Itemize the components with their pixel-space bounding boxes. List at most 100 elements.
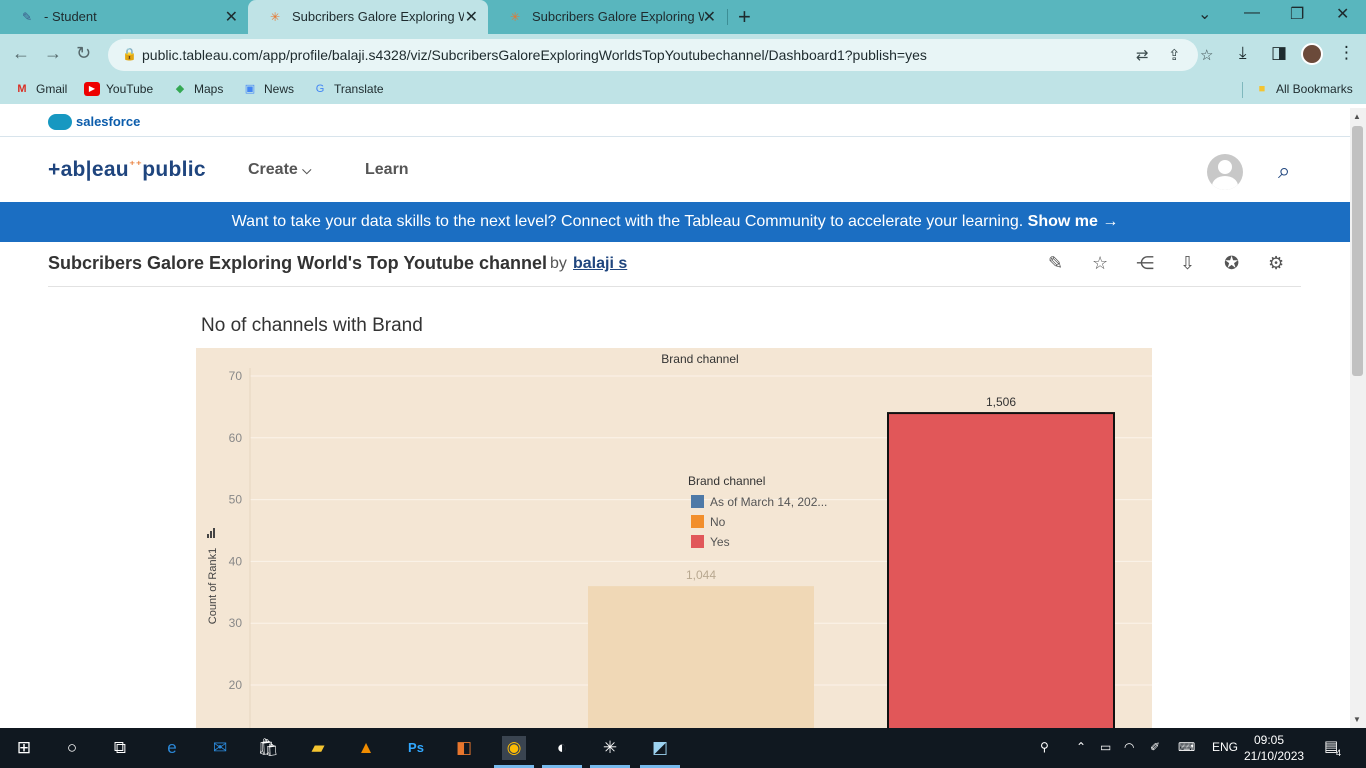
bookmark-label: Gmail: [36, 82, 68, 96]
legend-item-label: As of March 14, 202...: [710, 495, 827, 509]
minimize-button[interactable]: —: [1244, 4, 1260, 22]
chrome-icon[interactable]: ◉: [502, 736, 526, 760]
bar-data-label: 1,044: [686, 568, 716, 582]
download-icon[interactable]: ⤓: [1239, 43, 1247, 63]
legend-item-label: No: [710, 515, 726, 529]
close-icon[interactable]: ✕: [703, 7, 716, 27]
tab-student[interactable]: ✎ - Student ✕: [0, 0, 248, 34]
tab-search-icon[interactable]: ⌄: [1198, 4, 1211, 24]
photoshop-icon[interactable]: Ps: [404, 736, 428, 760]
bar-yes: [887, 412, 1115, 728]
bookmark-star-icon[interactable]: ☆: [1200, 46, 1213, 64]
url-text: public.tableau.com/app/profile/balaji.s4…: [142, 47, 927, 63]
legend-swatch: [691, 535, 704, 548]
tray-chevron-up-icon[interactable]: ⌃: [1076, 740, 1086, 754]
tableau-public-logo[interactable]: +ab|eau⁺⁺public: [48, 158, 206, 182]
lock-icon[interactable]: 🔒: [122, 47, 137, 61]
download-icon[interactable]: ⇩: [1180, 253, 1195, 274]
all-bookmarks-label: All Bookmarks: [1276, 82, 1353, 96]
bar-no: [588, 586, 814, 728]
store-icon[interactable]: 🛍: [256, 736, 280, 760]
office-icon[interactable]: ◧: [452, 736, 476, 760]
new-tab-button[interactable]: +: [738, 4, 751, 30]
file-explorer-icon[interactable]: ▰: [306, 736, 330, 760]
bookmark-news[interactable]: ▣ News: [242, 82, 294, 96]
edit-viz-icon[interactable]: ✎: [1048, 253, 1063, 274]
keyboard-icon[interactable]: ⌨: [1178, 740, 1195, 754]
tableau-app-icon[interactable]: ✳: [598, 736, 622, 760]
scrollbar-thumb[interactable]: [1352, 126, 1363, 376]
bar-chart[interactable]: Brand channel 20 30 40 50 60 70 Count of Rank1 1…: [196, 348, 1152, 728]
salesforce-logo-text[interactable]: salesforce: [76, 114, 140, 129]
restore-button[interactable]: ❐: [1290, 4, 1304, 24]
address-bar[interactable]: 🔒 public.tableau.com/app/profile/balaji.…: [108, 39, 1213, 71]
scroll-down-arrow[interactable]: ▼: [1353, 715, 1361, 724]
share-icon[interactable]: ⋲: [1136, 253, 1154, 274]
youtube-icon: ▶: [84, 82, 100, 96]
bookmark-maps[interactable]: ◆ Maps: [172, 82, 224, 96]
badge-icon[interactable]: ✪: [1224, 253, 1239, 274]
y-tick-label: 50: [229, 493, 243, 507]
bookmark-youtube[interactable]: ▶ YouTube: [84, 82, 153, 96]
user-avatar[interactable]: [1207, 154, 1243, 190]
side-panel-icon[interactable]: ◨: [1271, 43, 1287, 63]
bookmark-gmail[interactable]: M Gmail: [14, 82, 67, 96]
language-indicator[interactable]: ENG: [1212, 740, 1238, 754]
people-icon[interactable]: ⚲: [1040, 740, 1049, 754]
vlc-icon[interactable]: ▲: [354, 736, 378, 760]
news-icon: ▣: [244, 83, 256, 95]
folder-icon: ■: [1258, 83, 1266, 95]
tab-title: - Student: [44, 9, 97, 24]
tab-title: Subcribers Galore Exploring Wor: [532, 9, 704, 24]
close-icon[interactable]: ✕: [465, 7, 478, 27]
nav-create-label: Create: [248, 161, 298, 178]
chevron-down-icon: ⌵: [302, 163, 312, 177]
y-tick-label: 20: [229, 678, 243, 692]
favorite-star-icon[interactable]: ☆: [1092, 253, 1108, 274]
wifi-icon[interactable]: ◠: [1124, 740, 1134, 754]
clock-date: 21/10/2023: [1244, 749, 1305, 763]
share-icon[interactable]: ⇪: [1168, 46, 1181, 64]
app-icon[interactable]: ◐: [550, 736, 574, 760]
back-button[interactable]: ←: [12, 43, 30, 64]
nav-create[interactable]: Create ⌵: [248, 161, 311, 179]
reload-button[interactable]: ↻: [76, 43, 91, 64]
menu-icon[interactable]: ⋮: [1338, 43, 1355, 63]
banner-show-me-link[interactable]: Show me →: [1028, 213, 1119, 230]
avatar-body: [1212, 176, 1238, 190]
battery-icon[interactable]: ▭: [1100, 740, 1111, 754]
search-icon[interactable]: ⌕: [1278, 158, 1290, 184]
y-axis-sort-icon: [213, 528, 215, 538]
viz-author-link[interactable]: balaji s: [573, 255, 627, 273]
notes-icon[interactable]: ◩: [648, 736, 672, 760]
tab-tableau[interactable]: ✳ Subcribers Galore Exploring Wor ✕: [488, 0, 726, 34]
browser-toolbar: ← → ↻ 🔒 public.tableau.com/app/profile/b…: [0, 34, 1366, 76]
task-view-icon[interactable]: ⧉: [108, 736, 132, 760]
pen-icon[interactable]: ✐: [1150, 740, 1160, 754]
clock[interactable]: 09:05 21/10/2023: [1244, 732, 1305, 764]
viz-by: by: [550, 255, 567, 272]
mail-icon[interactable]: ✉: [208, 736, 232, 760]
close-icon[interactable]: ✕: [225, 7, 238, 27]
bookmark-translate[interactable]: G Translate: [312, 82, 384, 96]
forward-button[interactable]: →: [44, 43, 62, 64]
bookmarks-bar: M Gmail ▶ YouTube ◆ Maps ▣ News G Transl…: [0, 76, 1366, 104]
all-bookmarks[interactable]: ■ All Bookmarks: [1254, 82, 1353, 96]
tab-tableau-active[interactable]: ✳ Subcribers Galore Exploring Wor ✕: [248, 0, 488, 34]
logo-suffix: public: [142, 158, 206, 181]
windows-start-icon[interactable]: ⊞: [12, 736, 36, 760]
profile-avatar[interactable]: [1301, 43, 1323, 65]
chart-area[interactable]: Brand channel 20 30 40 50 60 70 Count of Rank1 1…: [196, 348, 1152, 728]
edge-icon[interactable]: e: [160, 736, 184, 760]
classroom-icon: ✎: [21, 10, 33, 24]
close-window-button[interactable]: ✕: [1336, 4, 1349, 24]
bookmark-separator: [1242, 82, 1243, 98]
nav-learn[interactable]: Learn: [365, 161, 409, 179]
maps-icon: ◆: [175, 83, 185, 95]
translate-page-icon[interactable]: ⇄: [1136, 46, 1149, 64]
logo-main: +ab|eau: [48, 158, 129, 181]
scroll-up-arrow[interactable]: ▲: [1353, 112, 1361, 121]
chart-title: No of channels with Brand: [201, 315, 423, 336]
search-circle-icon[interactable]: ○: [60, 736, 84, 760]
settings-gear-icon[interactable]: ⚙: [1268, 253, 1284, 274]
